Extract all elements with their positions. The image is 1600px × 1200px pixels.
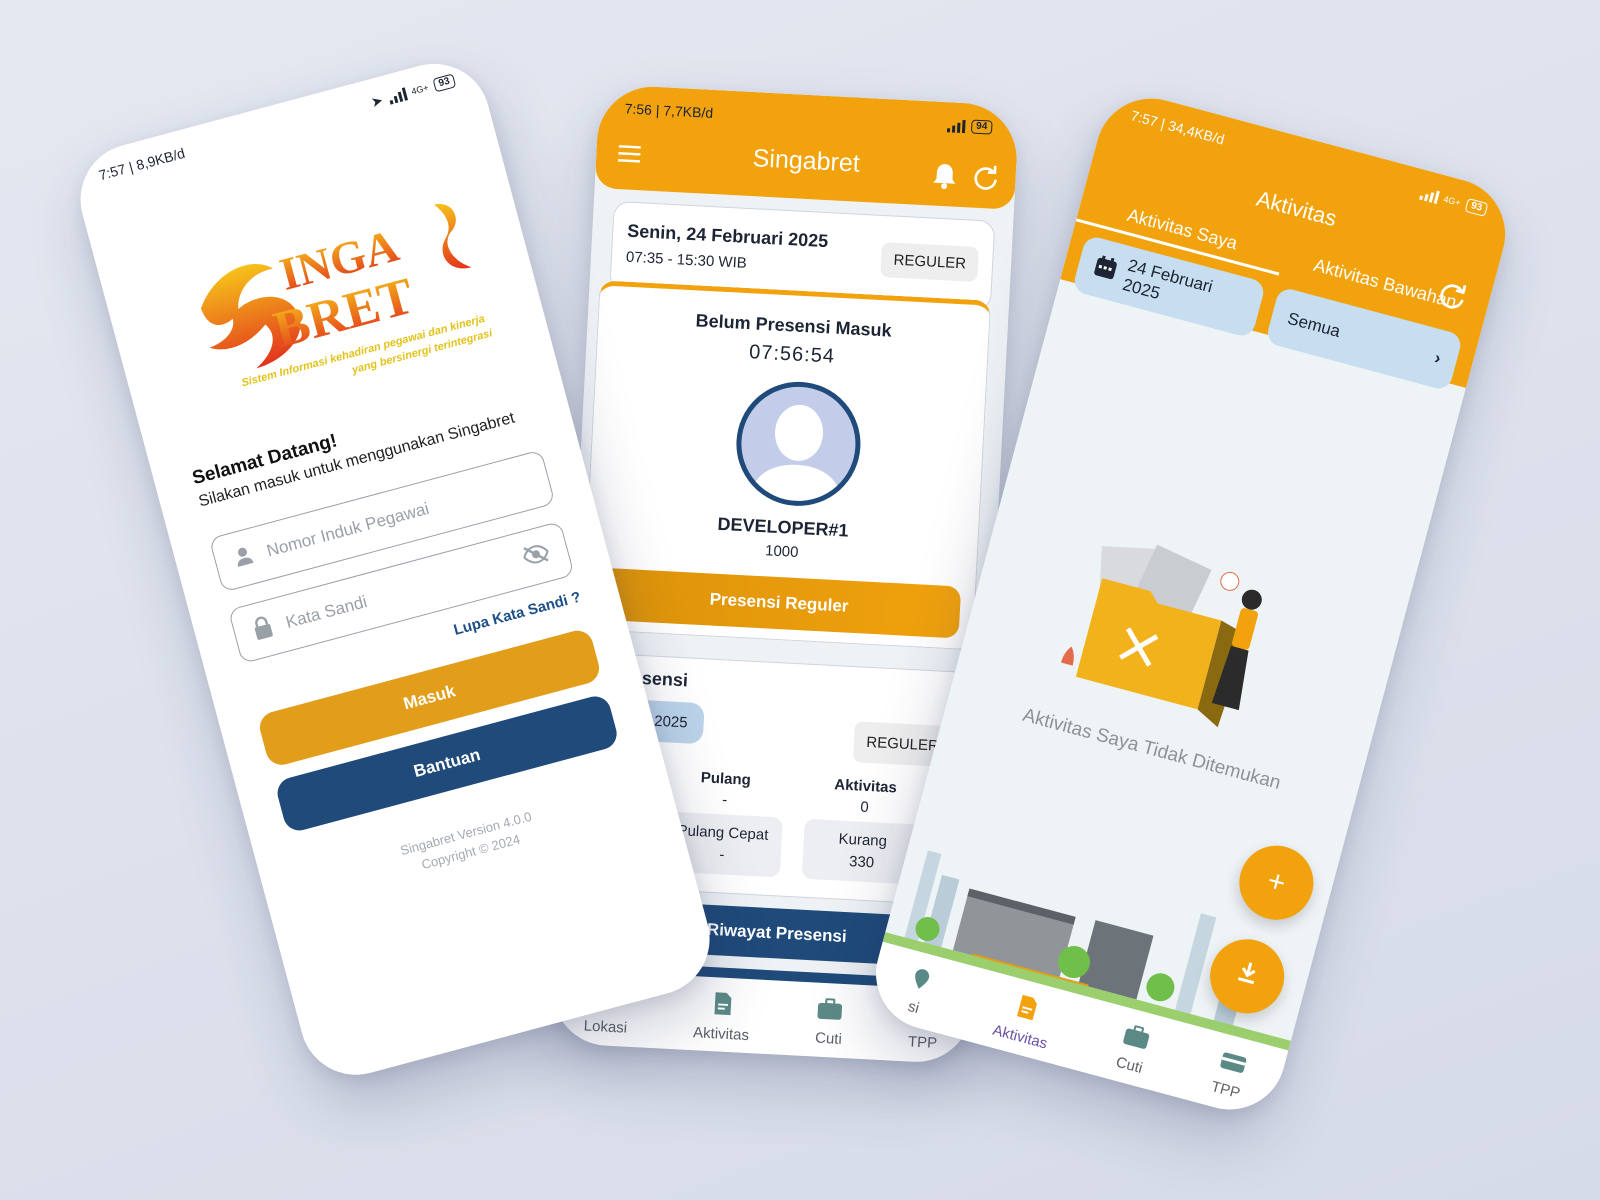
briefcase-icon: [816, 997, 843, 1024]
document-icon: [711, 991, 734, 1020]
schedule-date: Senin, 24 Februari 2025: [626, 220, 829, 252]
signal-icon: [387, 87, 408, 105]
pulang-label: Pulang: [700, 769, 752, 789]
signal-icon: [1418, 186, 1440, 204]
nav-lokasi-label: Lokasi: [583, 1016, 628, 1037]
battery-icon: 94: [970, 119, 993, 135]
document-icon: [1013, 993, 1041, 1026]
lock-icon: [250, 613, 277, 646]
nav-cuti-label: Cuti: [814, 1029, 843, 1048]
nip-placeholder: Nomor Induk Pegawai: [264, 498, 432, 561]
nav-cuti-label: Cuti: [1114, 1053, 1145, 1077]
bell-icon[interactable]: [931, 162, 959, 196]
user-icon: [231, 543, 257, 572]
type-filter-label: Semua: [1285, 308, 1343, 342]
eye-off-icon[interactable]: [521, 541, 553, 572]
aktivitas-label: Aktivitas: [833, 776, 898, 797]
nav-aktivitas[interactable]: Aktivitas: [693, 990, 751, 1044]
nav-cuti[interactable]: Cuti: [815, 997, 844, 1047]
briefcase-icon: [1121, 1022, 1153, 1054]
status-left: 7:57 | 8,9KB/d: [96, 144, 187, 184]
wallet-icon: [1217, 1049, 1248, 1079]
kurang-value: 330: [848, 853, 875, 872]
presensi-reguler-button[interactable]: Presensi Reguler: [596, 567, 962, 639]
download-icon: [1230, 957, 1264, 997]
password-placeholder: Kata Sandi: [283, 592, 370, 632]
network-type: 4G+: [1442, 193, 1462, 209]
chevron-right-icon: ›: [1432, 348, 1444, 369]
aktivitas-value: 0: [859, 798, 870, 817]
nav-tpp-label: TPP: [1209, 1077, 1243, 1102]
battery-icon: 93: [1464, 197, 1489, 217]
pulang-value: -: [721, 791, 728, 809]
nav-aktivitas-label: Aktivitas: [990, 1021, 1050, 1053]
status-bar: 7:57 | 8,9KB/d ➤ 4G+ 93: [68, 51, 486, 204]
status-left: 7:57 | 34,4KB/d: [1129, 107, 1227, 148]
location-arrow-icon: ➤: [369, 91, 385, 110]
nav-aktivitas-label: Aktivitas: [692, 1023, 750, 1044]
nav-cuti[interactable]: Cuti: [1114, 1022, 1153, 1077]
nav-tpp[interactable]: TPP: [1209, 1049, 1249, 1102]
nav-lokasi[interactable]: si: [901, 965, 935, 1018]
presence-card: Belum Presensi Masuk 07:56:54 DEVELOPER#…: [581, 280, 992, 651]
signal-icon: [946, 119, 966, 133]
status-icons: 94: [946, 118, 993, 135]
nav-lokasi-label: si: [906, 997, 922, 1017]
location-icon: [907, 965, 935, 996]
status-icons: 4G+ 93: [1418, 186, 1489, 217]
nav-aktivitas[interactable]: Aktivitas: [991, 988, 1058, 1052]
status-icons: ➤ 4G+ 93: [369, 72, 457, 111]
status-left: 7:56 | 7,7KB/d: [624, 100, 714, 121]
calendar-icon: [1091, 254, 1119, 286]
avatar: [733, 378, 864, 510]
app-header: 7:56 | 7,7KB/d 94 Singabret: [594, 84, 1020, 210]
nav-tpp-label: TPP: [907, 1032, 938, 1052]
schedule-hours: 07:35 - 15:30 WIB: [625, 248, 748, 272]
battery-icon: 93: [432, 73, 457, 93]
refresh-icon[interactable]: [971, 164, 1001, 198]
user-silhouette-icon: [748, 404, 843, 504]
singabret-logo: INGA BRET Sistem Informasi kehadiran peg…: [201, 204, 495, 389]
shift-badge: REGULER: [880, 242, 979, 283]
network-type: 4G+: [410, 82, 430, 97]
